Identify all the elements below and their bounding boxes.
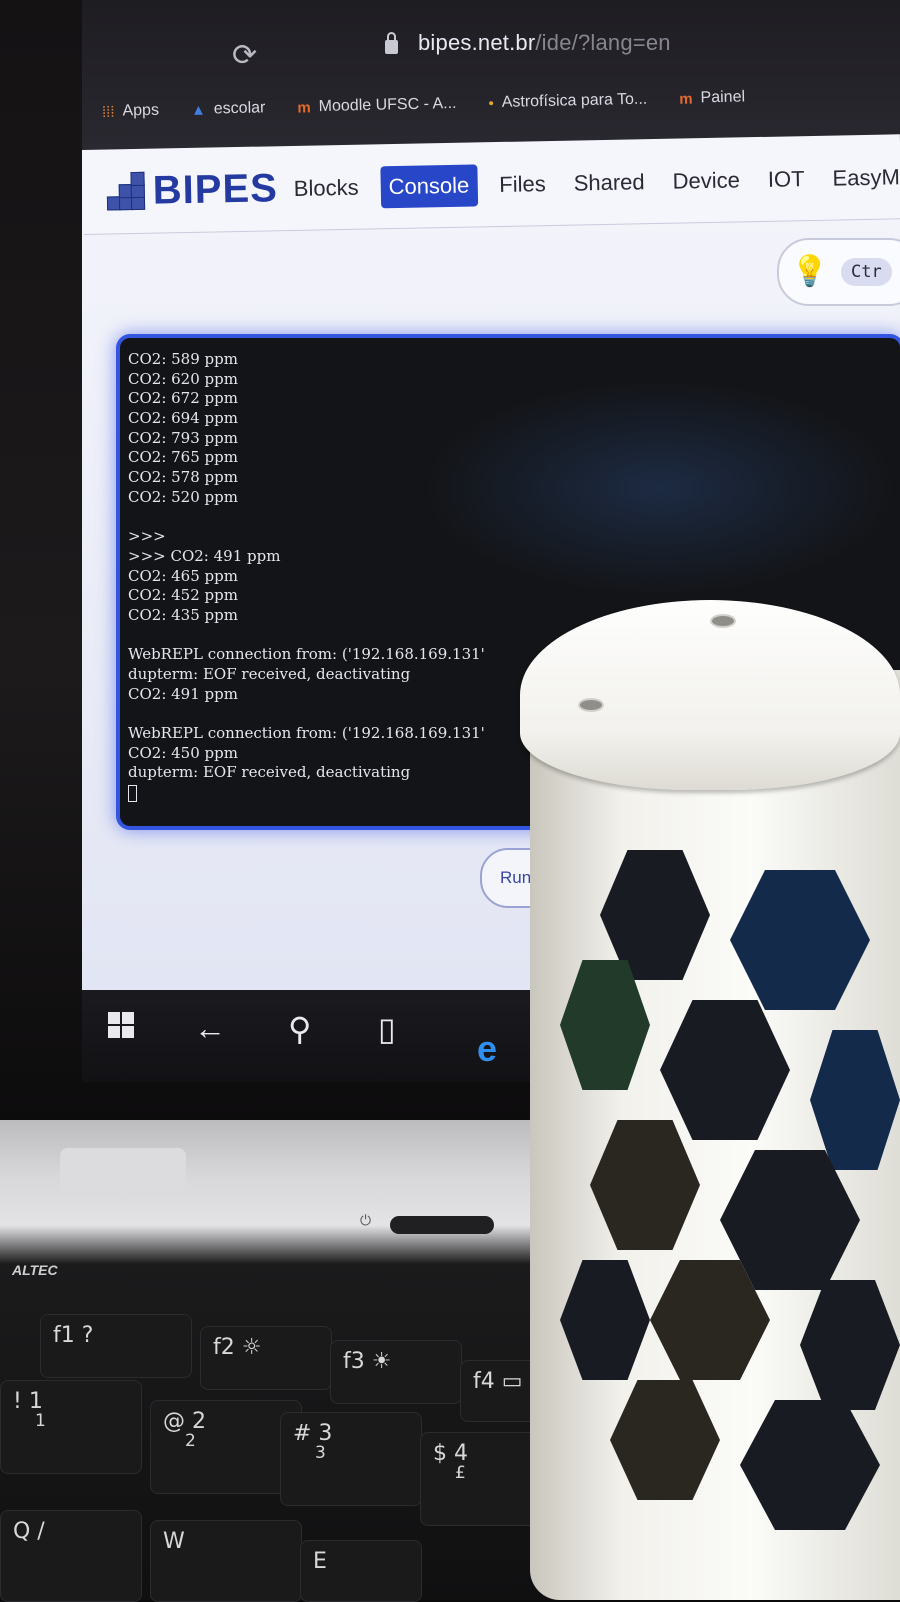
apps-grid-icon: ⁞⁞⁞ [101, 103, 115, 121]
screw-icon [710, 614, 736, 628]
console-line: CO2: 793 ppm [128, 428, 238, 447]
keyboard-key[interactable]: E [300, 1540, 422, 1602]
keyboard-key[interactable]: Q / [0, 1510, 142, 1602]
console-line: CO2: 578 ppm [128, 468, 238, 487]
keyboard-key[interactable]: W [150, 1520, 302, 1602]
search-icon[interactable]: ⚲ [288, 1010, 311, 1048]
key-sublegend: 2 [185, 1431, 196, 1451]
key-sublegend: £ [455, 1463, 466, 1483]
tab-easymq[interactable]: EasyMQ [826, 158, 900, 198]
tab-console[interactable]: Console [380, 164, 478, 209]
console-line: CO2: 465 ppm [128, 566, 238, 585]
tab-iot[interactable]: IOT [762, 160, 811, 199]
screw-icon [578, 698, 604, 712]
bookmark-label: Painel [700, 88, 746, 107]
sensor-lid [520, 600, 900, 790]
key-legend: W [163, 1529, 185, 1554]
key-legend: E [313, 1549, 327, 1574]
blocks-logo-icon [106, 171, 147, 212]
keyboard-key[interactable]: ! 11 [0, 1380, 142, 1474]
co2-sensor-enclosure [520, 600, 900, 1600]
console-line: dupterm: EOF received, deactivating [128, 763, 411, 782]
console-line: dupterm: EOF received, deactivating [128, 665, 411, 683]
console-line: CO2: 452 ppm [128, 586, 238, 605]
bookmark-moodle[interactable]: m Moodle UFSC - A... [297, 95, 457, 117]
console-line: CO2: 765 ppm [128, 448, 238, 467]
key-legend: # 3 [293, 1421, 333, 1446]
console-line: CO2: 672 ppm [128, 389, 238, 408]
bipes-navbar: BIPES Blocks Console Files Shared Device… [82, 134, 900, 235]
key-sublegend: 3 [315, 1443, 326, 1463]
console-line: CO2: 491 ppm [128, 684, 238, 703]
power-icon[interactable]: ⏻ [360, 1212, 371, 1229]
tab-blocks[interactable]: Blocks [287, 169, 365, 208]
console-line: CO2: 435 ppm [128, 605, 238, 624]
key-sublegend: 1 [35, 1411, 46, 1431]
speaker-grille [390, 1216, 494, 1234]
console-line: >>> [128, 527, 166, 546]
back-arrow-icon[interactable]: ← [194, 1010, 226, 1047]
lock-icon [385, 32, 398, 54]
bookmark-label: escolar [213, 99, 266, 118]
tab-files[interactable]: Files [493, 165, 552, 204]
console-output: CO2: 589 ppm CO2: 620 ppm CO2: 672 ppm CO2:… [128, 350, 485, 803]
console-line: WebREPL connection from: ('192.168.169.1… [128, 645, 485, 664]
bookmark-painel[interactable]: m Painel [679, 88, 745, 107]
console-line: CO2: 520 ppm [128, 487, 238, 506]
moodle-icon: m [679, 90, 693, 108]
key-legend: f4 ▭ [473, 1369, 523, 1394]
cursor-icon [128, 784, 137, 802]
keyboard-key[interactable]: f2 ☼ [200, 1326, 332, 1390]
console-line: CO2: 694 ppm [128, 409, 238, 428]
lightbulb-icon: 💡 [791, 255, 829, 288]
shortcut-badge: Ctr [841, 258, 892, 286]
keyboard-key[interactable]: f3 ☀ [330, 1340, 462, 1404]
bookmark-astrofisica[interactable]: • Astrofísica para To... [488, 91, 647, 113]
console-line: WebREPL connection from: ('192.168.169.1… [128, 724, 485, 743]
console-line: CO2: 589 ppm [128, 350, 238, 368]
address-bar[interactable]: bipes.net.br/ide/?lang=en [418, 30, 671, 56]
url-path: /ide/?lang=en [535, 30, 671, 55]
bipes-logo[interactable]: BIPES [106, 166, 278, 214]
console-line: CO2: 620 ppm [128, 369, 238, 388]
bookmark-label: Moodle UFSC - A... [318, 94, 457, 116]
windows-start-icon[interactable] [108, 1012, 134, 1038]
bookmark-label: Astrofísica para To... [501, 90, 648, 111]
console-prompt[interactable] [128, 783, 485, 803]
console-line: CO2: 450 ppm [128, 743, 238, 762]
logo-text: BIPES [152, 166, 279, 213]
tip-button[interactable]: 💡 Ctr [777, 238, 900, 306]
reload-icon[interactable]: ⟳ [232, 38, 257, 73]
bookmark-dot-icon: • [488, 94, 494, 112]
key-legend: f3 ☀ [343, 1349, 392, 1374]
keyboard-key[interactable]: f1 ? [40, 1314, 192, 1378]
task-view-icon[interactable]: ▯ [378, 1010, 396, 1048]
brand-logo: ALTEC [12, 1262, 58, 1278]
tab-shared[interactable]: Shared [567, 163, 651, 203]
graduation-cap-icon: ▲ [190, 101, 207, 119]
browser-chrome: ⟳ bipes.net.br/ide/?lang=en ⁞⁞⁞ Apps ▲ e… [82, 0, 900, 150]
key-legend: Q / [13, 1519, 45, 1544]
console-line: >>> CO2: 491 ppm [128, 546, 281, 565]
edge-browser-icon[interactable]: e [477, 1028, 497, 1070]
keyboard-key[interactable]: # 33 [280, 1412, 422, 1506]
url-host: bipes.net.br [418, 30, 536, 55]
key-legend: f1 ? [53, 1323, 94, 1348]
tab-device[interactable]: Device [666, 161, 746, 201]
laptop-hinge [60, 1148, 186, 1192]
bookmarks-bar: ⁞⁞⁞ Apps ▲ escolar m Moodle UFSC - A... … [102, 77, 746, 132]
bookmark-escolar[interactable]: ▲ escolar [191, 99, 266, 119]
bookmark-label: Apps [122, 101, 160, 120]
key-legend: f2 ☼ [213, 1335, 262, 1360]
nav-tabs: Blocks Console Files Shared Device IOT E… [287, 156, 900, 210]
moodle-icon: m [297, 98, 311, 117]
bookmark-apps[interactable]: ⁞⁞⁞ Apps [102, 102, 159, 121]
